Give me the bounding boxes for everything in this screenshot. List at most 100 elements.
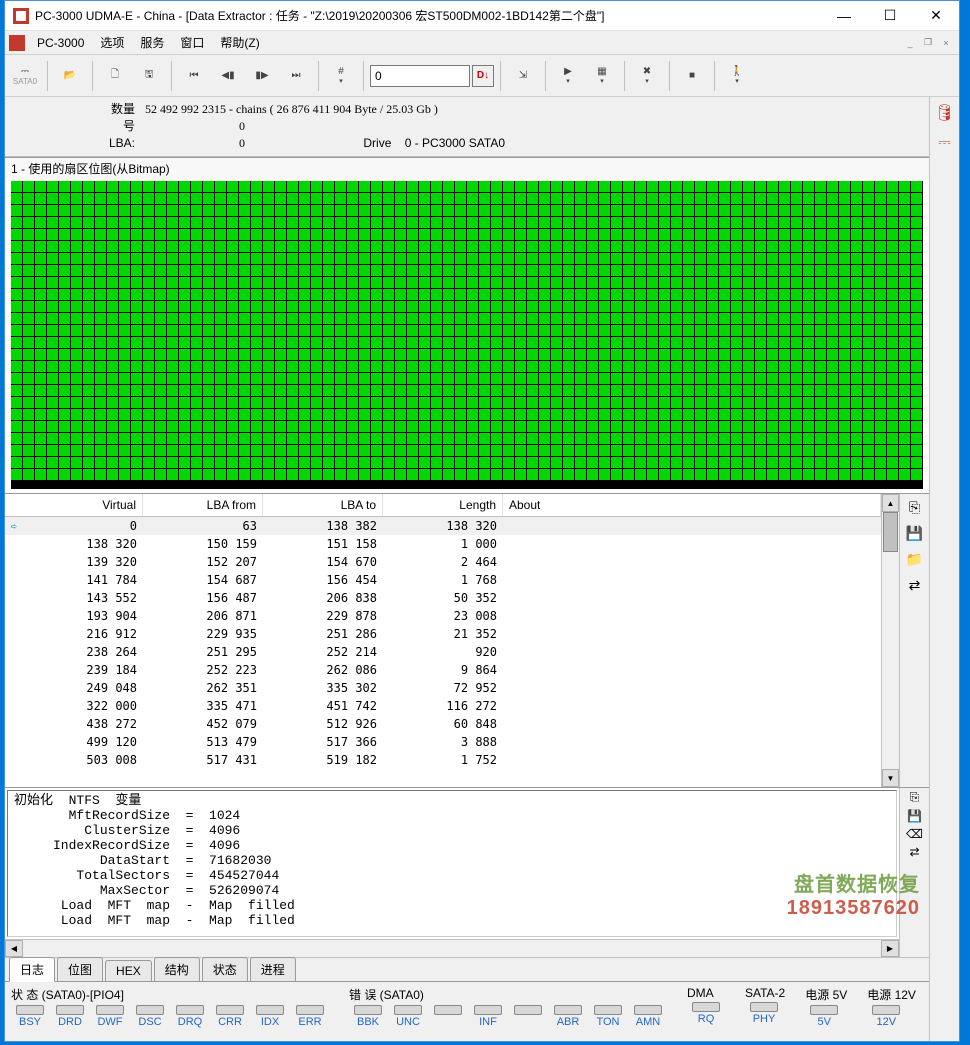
nav-last-button[interactable]: ⏭ [280,58,312,94]
save-floppy-button[interactable]: 💾 [904,522,926,544]
stop-button[interactable]: ■ [676,58,708,94]
info-panel: 数量52 492 992 2315 - chains ( 26 876 411 … [5,97,929,157]
maximize-button[interactable]: ☐ [867,1,913,31]
status-bar: 状 态 (SATA0)-[PIO4]BSYDRDDWFDSCDRQCRRIDXE… [5,981,929,1041]
led-BSY: BSY [11,1005,49,1028]
table-row[interactable]: 138 320150 159151 1581 000 [5,535,881,553]
scroll-left-icon[interactable]: ◀ [5,940,23,957]
th-lbato[interactable]: LBA to [263,494,383,516]
go-lba-button[interactable]: D↓ [472,65,494,87]
lba-input[interactable] [370,65,470,87]
main-window: PC-3000 UDMA-E - China - [Data Extractor… [4,0,960,1042]
led-ABR: ABR [549,1005,587,1028]
status-state: 状 态 (SATA0)-[PIO4]BSYDRDDWFDSCDRQCRRIDXE… [11,986,329,1028]
new-map-button[interactable]: 🗋 [99,58,131,94]
connector-icon[interactable]: ⎓ [933,131,957,155]
log-h-scrollbar[interactable]: ◀ ▶ [5,939,899,957]
scroll-up-icon[interactable]: ▲ [882,494,899,512]
log-copy-button[interactable]: ⎘ [910,790,920,805]
mdi-restore-button[interactable]: ❐ [920,35,936,51]
minimize-button[interactable]: — [821,1,867,31]
scroll-thumb[interactable] [883,512,898,552]
table-row[interactable]: 216 912229 935251 28621 352 [5,625,881,643]
nav-next-button[interactable]: ▮▶ [246,58,278,94]
menubar: PC-3000 选项 服务 窗口 帮助(Z) _ ❐ × [5,31,959,55]
main-body: 数量52 492 992 2315 - chains ( 26 876 411 … [5,97,959,1041]
next-icon: ▮▶ [255,70,268,81]
exit-icon: 🚶 [731,66,743,77]
led-blank [429,1005,467,1028]
open-task-button[interactable]: 📂 [54,58,86,94]
log-save-button[interactable]: 💾 [907,809,922,823]
log-text[interactable]: 初始化 NTFS 变量 MftRecordSize = 1024 Cluster… [7,790,897,937]
table-row[interactable]: 438 272452 079512 92660 848 [5,715,881,733]
tab-3[interactable]: 结构 [154,957,200,981]
bitmap-section: 1 - 使用的扇区位图(从Bitmap) [5,157,929,493]
transfer-button[interactable]: ⇄ [904,574,926,596]
drive-value: 0 - PC3000 SATA0 [405,136,505,150]
tab-1[interactable]: 位图 [57,957,103,981]
pc3000-icon [9,35,25,51]
export-button[interactable]: ⇲ [507,58,539,94]
open-folder-button[interactable]: 📁 [904,548,926,570]
led-ERR: ERR [291,1005,329,1028]
database-icon[interactable]: 🛢 [933,101,957,125]
log-clear-button[interactable]: ⌫ [906,827,923,841]
table-row[interactable]: 139 320152 207154 6702 464 [5,553,881,571]
nav-first-button[interactable]: ⏮ [178,58,210,94]
table-row[interactable]: 193 904206 871229 87823 008 [5,607,881,625]
th-length[interactable]: Length [383,494,503,516]
led-5V: 5V [805,1005,843,1028]
table-body[interactable]: ➪063138 382138 320138 320150 159151 1581… [5,517,881,787]
num-value: 0 [145,118,245,135]
num-label: 号 [85,118,135,135]
scroll-down-icon[interactable]: ▼ [882,769,899,787]
table-row[interactable]: 503 008517 431519 1821 752 [5,751,881,769]
table-row[interactable]: ➪063138 382138 320 [5,517,881,535]
copy-out-button[interactable]: ⎘ [904,496,926,518]
right-sidebar: 🛢 ⎓ [929,97,959,1041]
table-row[interactable]: 499 120513 479517 3663 888 [5,733,881,751]
play-button[interactable]: ▶▾ [552,58,584,94]
mdi-minimize-button[interactable]: _ [902,35,918,51]
tab-0[interactable]: 日志 [9,957,55,982]
th-about[interactable]: About [503,494,881,516]
close-button[interactable]: ✕ [913,1,959,31]
table-row[interactable]: 238 264251 295252 214920 [5,643,881,661]
table-side-toolbar: ⎘ 💾 📁 ⇄ [899,494,929,787]
bottom-tabs: 日志位图HEX结构状态进程 [5,957,929,981]
lba-value: 0 [145,135,245,152]
save-map-button[interactable]: 🖫 [133,58,165,94]
table-row[interactable]: 249 048262 351335 30272 952 [5,679,881,697]
folder-open-icon: 📂 [64,70,76,81]
table-row[interactable]: 143 552156 487206 83850 352 [5,589,881,607]
bitmap-grid[interactable] [11,181,923,489]
table-scrollbar[interactable]: ▲ ▼ [881,494,899,787]
log-transfer-button[interactable]: ⇄ [909,845,919,859]
goto-button[interactable]: #▾ [325,58,357,94]
document-icon: 🗋 [111,67,119,84]
mdi-close-button[interactable]: × [938,35,954,51]
th-lbafrom[interactable]: LBA from [143,494,263,516]
menu-window[interactable]: 窗口 [172,31,212,54]
grid-button[interactable]: ▦▾ [586,58,618,94]
table-row[interactable]: 322 000335 471451 742116 272 [5,697,881,715]
menu-help[interactable]: 帮助(Z) [212,31,267,54]
menu-app[interactable]: PC-3000 [29,33,92,53]
tab-5[interactable]: 进程 [250,957,296,981]
scroll-right-icon[interactable]: ▶ [881,940,899,957]
menu-options[interactable]: 选项 [92,31,132,54]
nav-prev-button[interactable]: ◀▮ [212,58,244,94]
tab-2[interactable]: HEX [105,960,152,981]
led-DWF: DWF [91,1005,129,1028]
status-5v: 电源 5V5V [805,986,847,1028]
menu-service[interactable]: 服务 [132,31,172,54]
log-section: 初始化 NTFS 变量 MftRecordSize = 1024 Cluster… [5,787,929,957]
table-row[interactable]: 141 784154 687156 4541 768 [5,571,881,589]
exit-button[interactable]: 🚶▾ [721,58,753,94]
th-virtual[interactable]: Virtual [23,494,143,516]
table-row[interactable]: 239 184252 223262 0869 864 [5,661,881,679]
tools-button[interactable]: ✖▾ [631,58,663,94]
tab-4[interactable]: 状态 [202,957,248,981]
sata-port-button[interactable]: ⎓SATA0 [9,58,41,94]
